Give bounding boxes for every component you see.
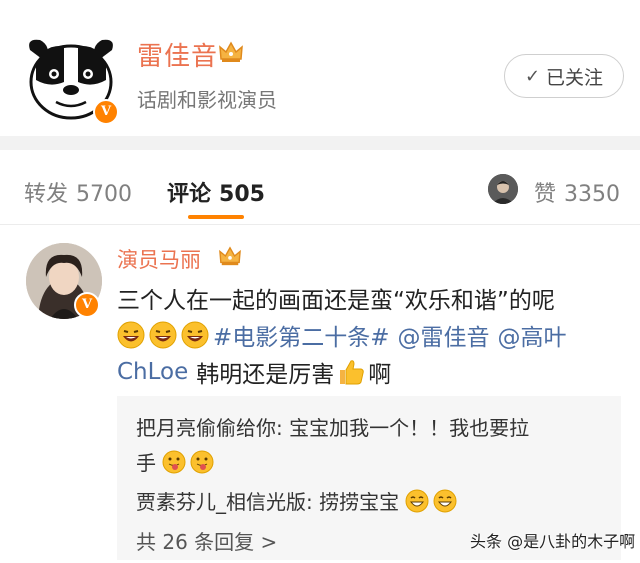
check-icon: ✓	[524, 65, 541, 87]
reply-text: 手	[136, 451, 156, 475]
mention-link[interactable]: @雷佳音	[398, 318, 490, 352]
liker-avatar	[488, 174, 518, 204]
thumbs-up-icon	[336, 357, 366, 387]
active-tab-indicator	[188, 215, 244, 219]
tab-repost-count: 5700	[76, 182, 133, 207]
laughing-emoji-icon	[181, 321, 209, 349]
tab-comments-count: 505	[219, 182, 265, 207]
reply-text: 贾素芬儿_相信光版: 捞捞宝宝	[136, 490, 400, 514]
tab-repost[interactable]: 转发 5700	[24, 176, 132, 208]
reply-item: 手	[136, 447, 218, 476]
tab-comments[interactable]: 评论 505	[167, 176, 265, 208]
tab-likes[interactable]: 赞 3350	[534, 176, 620, 208]
mention-link[interactable]: @高叶	[498, 318, 567, 352]
verified-badge: V	[93, 99, 119, 125]
laughing-emoji-icon	[117, 321, 145, 349]
tab-likes-label: 赞	[534, 182, 557, 207]
grin-emoji-icon	[405, 489, 429, 513]
comment-text-line: 三个人在一起的画面还是蛮“欢乐和谐”的呢	[117, 288, 555, 314]
tongue-out-emoji-icon	[162, 450, 186, 474]
comment-text: 啊	[368, 362, 392, 388]
view-more-replies-link[interactable]: 共 26 条回复 >	[136, 526, 277, 555]
tongue-out-emoji-icon	[190, 450, 214, 474]
reply-item: 贾素芬儿_相信光版: 捞捞宝宝	[136, 486, 461, 515]
follow-button-label: 已关注	[546, 66, 604, 89]
comment-text-line: #电影第二十条# @雷佳音 @高叶	[117, 318, 567, 352]
mention-link-continuation[interactable]: ChLoe	[117, 359, 188, 385]
crown-icon	[218, 40, 244, 64]
crown-icon	[218, 245, 242, 267]
comment-text: 韩明还是厉害	[196, 362, 335, 388]
section-divider	[0, 136, 640, 150]
follow-button[interactable]: ✓ 已关注	[504, 54, 624, 98]
comment-text-line: ChLoe 韩明还是厉害 啊	[117, 355, 391, 389]
comment-author[interactable]: 演员马丽	[117, 244, 201, 274]
tab-likes-count: 3350	[564, 182, 621, 207]
verified-badge: V	[74, 292, 100, 318]
tab-repost-label: 转发	[24, 182, 69, 207]
hashtag-link[interactable]: #电影第二十条#	[213, 318, 390, 352]
tab-comments-label: 评论	[167, 182, 212, 207]
laughing-emoji-icon	[149, 321, 177, 349]
reply-item: 把月亮偷偷给你: 宝宝加我一个！！我也要拉	[136, 416, 530, 440]
grin-emoji-icon	[433, 489, 457, 513]
tab-bar-divider	[0, 224, 640, 225]
watermark: 头条 @是八卦的木子啊	[470, 532, 636, 551]
username[interactable]: 雷佳音	[137, 36, 218, 73]
user-bio: 话剧和影视演员	[137, 88, 277, 112]
